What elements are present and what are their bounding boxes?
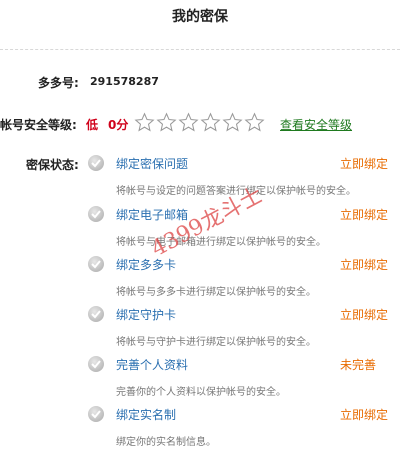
security-level-value: 低 bbox=[86, 118, 99, 132]
star-icon bbox=[222, 112, 243, 133]
bind-guard-card-button[interactable]: 立即绑定 bbox=[340, 306, 388, 323]
item-desc-duoduo-card: 将帐号与多多卡进行绑定以保护帐号的安全。 bbox=[116, 287, 316, 298]
star-icon bbox=[200, 112, 221, 133]
star-icon bbox=[244, 112, 265, 133]
item-title-profile: 完善个人资料 bbox=[116, 358, 189, 372]
bind-real-name-button[interactable]: 立即绑定 bbox=[340, 406, 388, 423]
check-icon bbox=[88, 306, 104, 322]
check-icon bbox=[88, 256, 104, 272]
header-divider bbox=[0, 49, 400, 50]
item-title-real-name: 绑定实名制 bbox=[116, 408, 177, 422]
star-icon bbox=[178, 112, 199, 133]
account-number: 291578287 bbox=[90, 75, 159, 88]
check-icon bbox=[88, 406, 104, 422]
check-icon bbox=[88, 356, 104, 372]
security-stars bbox=[134, 112, 265, 133]
page-title: 我的密保 bbox=[172, 9, 228, 25]
star-icon bbox=[156, 112, 177, 133]
check-icon bbox=[88, 155, 104, 171]
security-score: 0分 bbox=[108, 118, 129, 132]
bind-duoduo-card-button[interactable]: 立即绑定 bbox=[340, 256, 388, 273]
star-icon bbox=[134, 112, 155, 133]
security-level-label: 帐号安全等级: bbox=[0, 118, 77, 132]
bind-security-question-button[interactable]: 立即绑定 bbox=[340, 155, 388, 172]
view-security-level-link[interactable]: 查看安全等级 bbox=[280, 116, 352, 133]
item-title-guard-card: 绑定守护卡 bbox=[116, 308, 177, 322]
check-icon bbox=[88, 206, 104, 222]
security-status-label: 密保状态: bbox=[26, 158, 79, 172]
item-title-security-question: 绑定密保问题 bbox=[116, 157, 189, 171]
item-desc-real-name: 绑定你的实名制信息。 bbox=[116, 437, 216, 448]
complete-profile-button[interactable]: 未完善 bbox=[340, 356, 376, 373]
item-desc-profile: 完善你的个人资料以保护帐号的安全。 bbox=[116, 387, 286, 398]
account-label: 多多号: bbox=[38, 76, 79, 90]
item-desc-guard-card: 将帐号与守护卡进行绑定以保护帐号的安全。 bbox=[116, 337, 316, 348]
bind-email-button[interactable]: 立即绑定 bbox=[340, 206, 388, 223]
